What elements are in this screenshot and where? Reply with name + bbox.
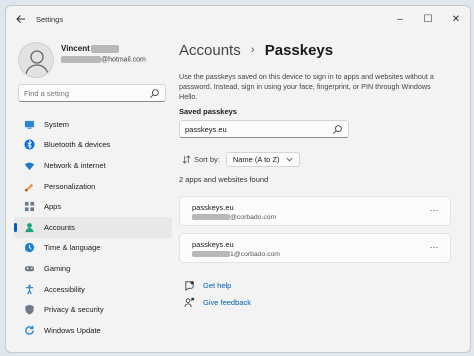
passkey-user: @corbado.com [192,214,276,221]
search-icon [150,89,159,98]
saved-passkeys-title: Saved passkeys [179,107,237,116]
user-name: Vincent [61,44,119,53]
back-arrow-icon [16,15,25,23]
sidebar-item-label: Time & language [44,243,101,253]
passkey-search-input[interactable] [185,123,325,136]
more-options-button[interactable]: ··· [426,204,442,218]
redacted-username [192,251,230,258]
redacted-username [192,214,230,221]
sidebar-item-label: System [44,119,70,129]
passkey-site: passkeys.eu [192,240,234,249]
passkey-search[interactable] [179,120,349,138]
passkey-user: 1@corbado.com [192,251,280,258]
back-button[interactable] [14,13,28,27]
passkey-site: passkeys.eu [192,203,234,212]
main-content: Accounts › Passkeys Use the passkeys sav… [178,34,470,352]
results-count: 2 apps and websites found [179,175,269,184]
title-bar: Settings – ☐ ✕ [6,6,470,34]
sidebar-item-privacy-security[interactable]: Privacy & security [14,299,172,320]
settings-search[interactable] [18,84,166,102]
sidebar-nav: System Bluetooth & devices Network & int… [14,114,172,341]
breadcrumb: Accounts › Passkeys [179,42,333,59]
sidebar-item-windows-update[interactable]: Windows Update [14,320,172,341]
redacted-email [61,56,101,63]
sidebar-item-gaming[interactable]: Gaming [14,258,172,279]
sidebar-item-label: Apps [44,202,62,212]
sidebar-item-network[interactable]: Network & internet [14,155,172,176]
breadcrumb-separator: › [250,44,255,56]
close-button[interactable]: ✕ [442,6,470,34]
passkey-card: passkeys.eu 1@corbado.com ··· [179,233,451,263]
sidebar-item-accounts[interactable]: Accounts [14,216,172,238]
user-email-suffix: @hotmail.com [101,56,146,64]
passkey-user-suffix: 1@corbado.com [230,251,280,258]
sidebar-item-label: Accessibility [44,284,85,294]
sort-icon [182,155,191,164]
search-icon [333,125,342,134]
maximize-button[interactable]: ☐ [414,6,442,34]
sidebar: Vincent @hotmail.com System Bluetooth & … [6,34,178,352]
sidebar-item-label: Bluetooth & devices [44,140,111,150]
sidebar-item-system[interactable]: System [14,114,172,135]
passkey-user-suffix: @corbado.com [230,214,277,221]
sidebar-item-label: Privacy & security [44,305,104,315]
sidebar-item-label: Personalization [44,181,96,191]
settings-search-input[interactable] [24,87,144,100]
accounts-icon [25,222,34,232]
passkey-card: passkeys.eu @corbado.com ··· [179,196,451,226]
redacted-name [90,44,119,53]
app-title: Settings [36,15,64,24]
feedback-icon [184,297,195,308]
sidebar-item-personalization[interactable]: Personalization [14,176,172,197]
sidebar-item-label: Accounts [44,222,75,232]
personalization-icon [24,183,34,192]
chevron-down-icon [286,157,292,162]
give-feedback-row[interactable]: Give feedback [184,297,251,308]
minimize-button[interactable]: – [386,6,414,34]
sort-dropdown[interactable]: Name (A to Z) [225,152,300,167]
get-help-link[interactable]: Get help [203,281,231,290]
apps-icon [24,202,35,212]
sidebar-item-apps[interactable]: Apps [14,196,172,217]
sidebar-item-time-language[interactable]: Time & language [14,238,172,259]
page-description: Use the passkeys saved on this device to… [179,72,434,101]
sidebar-item-label: Gaming [44,263,71,273]
gaming-icon [24,266,35,272]
bluetooth-icon [24,139,35,150]
page-title: Passkeys [264,42,334,59]
give-feedback-link[interactable]: Give feedback [203,298,251,307]
sort-value: Name (A to Z) [232,155,280,164]
more-options-button[interactable]: ··· [426,241,442,255]
windows-update-icon [25,325,34,335]
help-icon [185,281,194,291]
sort-row: Sort by: Name (A to Z) [182,152,300,167]
user-email: @hotmail.com [61,56,146,63]
network-icon [24,162,35,171]
sidebar-item-label: Network & internet [44,160,106,170]
privacy-security-icon [25,304,34,315]
user-avatar-icon [25,50,49,75]
settings-window: Settings – ☐ ✕ Vincent @hotmail.com Find… [5,5,471,353]
window-controls: – ☐ ✕ [386,6,470,34]
avatar[interactable] [18,42,54,78]
sidebar-item-accessibility[interactable]: Accessibility [14,279,172,300]
time-language-icon [24,243,35,253]
sidebar-item-bluetooth[interactable]: Bluetooth & devices [14,135,172,156]
user-name-text: Vincent [61,44,90,53]
sidebar-item-label: Windows Update [44,325,101,335]
accessibility-icon [25,284,34,294]
breadcrumb-accounts[interactable]: Accounts [179,42,241,59]
get-help-row[interactable]: Get help [184,280,231,291]
sort-label: Sort by: [194,155,220,164]
system-icon [24,120,35,129]
